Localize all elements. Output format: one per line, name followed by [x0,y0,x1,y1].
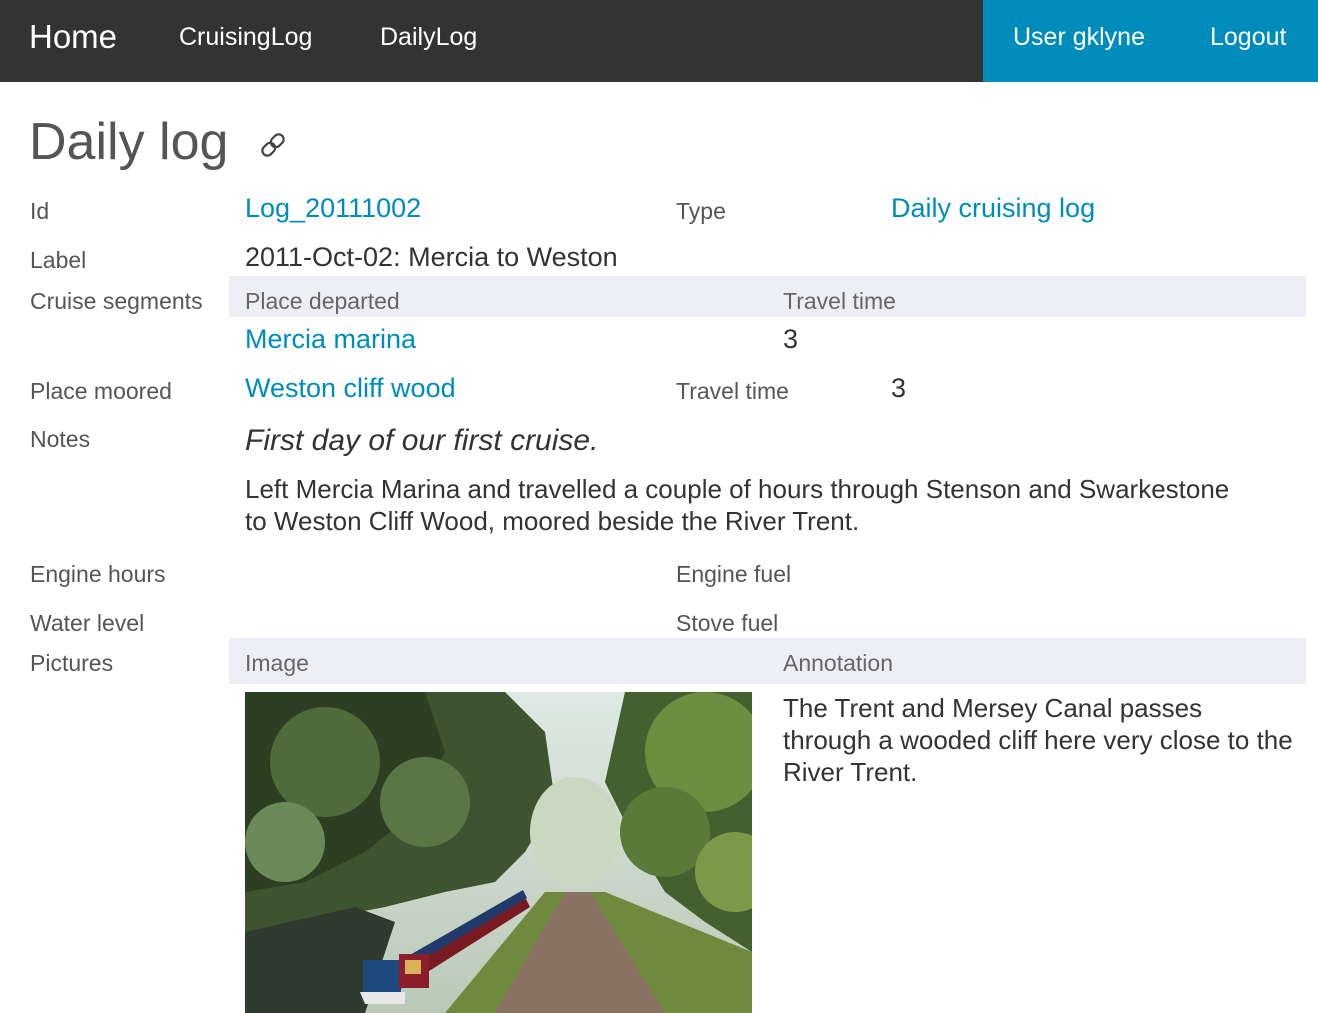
segments-head-place: Place departed [245,288,400,314]
place-moored-link[interactable]: Weston cliff wood [245,373,456,404]
moored-travel-time-value: 3 [891,373,907,403]
nav-home-link[interactable]: Home [29,18,117,56]
notes-heading: First day of our first cruise. [245,424,599,457]
type-label: Type [676,198,726,224]
page-title: Daily log [29,113,229,171]
segments-head-time: Travel time [783,288,896,314]
water-level-label: Water level [30,610,145,636]
picture-annotation: The Trent and Mersey Canal passes throug… [783,693,1293,787]
pictures-header: Image Annotation [229,638,1306,684]
engine-fuel-label: Engine fuel [676,561,792,587]
label-label: Label [30,247,87,273]
stove-fuel-label: Stove fuel [676,610,779,636]
cruise-segments-label: Cruise segments [30,288,203,314]
engine-hours-label: Engine hours [30,561,166,587]
top-nav-bar: Home CruisingLog DailyLog User gklyne Lo… [0,0,1318,82]
id-label: Id [30,198,50,224]
segments-header: Place departed Travel time [229,276,1306,317]
nav-cruising-log-link[interactable]: CruisingLog [179,23,312,52]
pictures-label: Pictures [30,650,114,676]
pictures-head-image: Image [245,650,309,676]
label-value: 2011-Oct-02: Mercia to Weston [245,242,618,272]
segment-place-link[interactable]: Mercia marina [245,324,416,355]
nav-logout-link[interactable]: Logout [1210,23,1286,52]
user-menu-area: User gklyne Logout [983,0,1318,82]
notes-label: Notes [30,426,91,452]
id-value-link[interactable]: Log_20111002 [245,193,421,224]
notes-body: Left Mercia Marina and travelled a coupl… [245,474,1230,536]
moored-travel-time-label: Travel time [676,378,789,404]
nav-user-link[interactable]: User gklyne [1013,23,1145,52]
nav-daily-log-link[interactable]: DailyLog [380,23,477,52]
pictures-head-annotation: Annotation [783,650,893,676]
place-moored-label: Place moored [30,378,172,404]
canal-boat-photo[interactable] [245,692,752,1013]
type-value-link[interactable]: Daily cruising log [891,193,1095,224]
link-icon[interactable] [256,128,290,162]
segment-travel-time: 3 [783,324,799,354]
